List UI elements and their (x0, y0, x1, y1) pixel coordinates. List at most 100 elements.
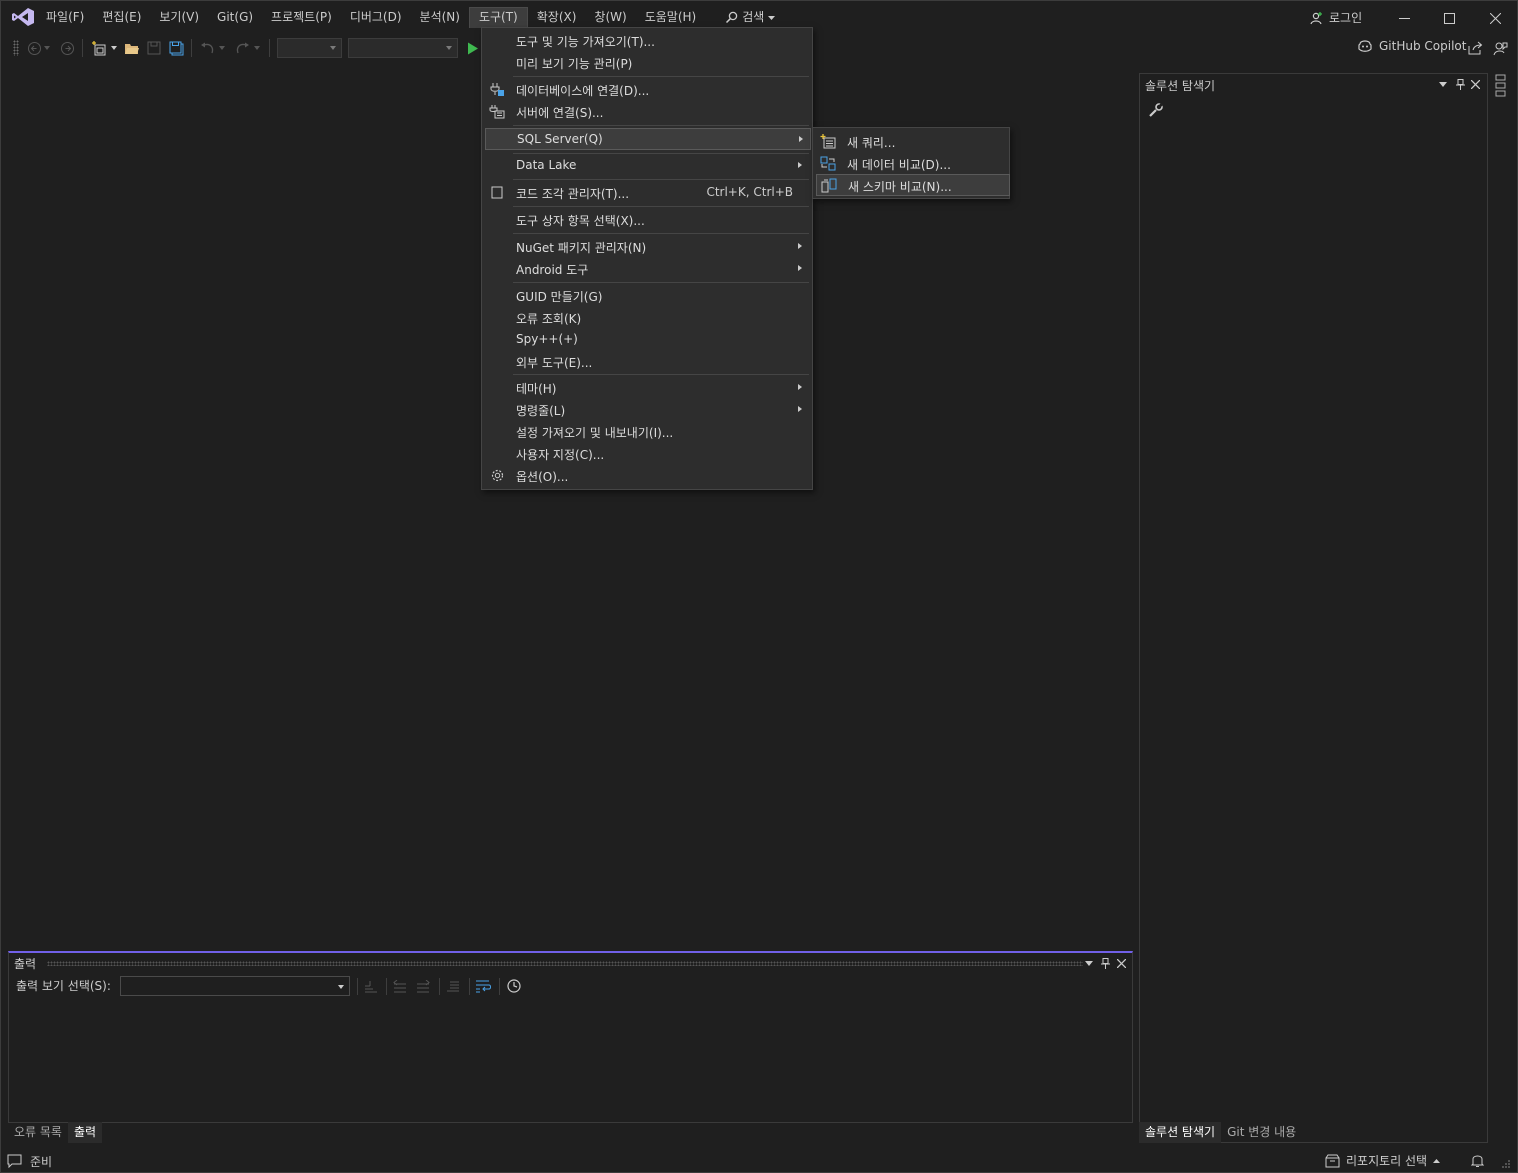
solution-configuration-combo[interactable] (277, 38, 342, 58)
menu-item-preview-features[interactable]: 미리 보기 기능 관리(P) (485, 52, 809, 73)
save-button[interactable] (145, 39, 163, 57)
menu-item-sql-server[interactable]: SQL Server(Q) (485, 128, 811, 150)
solution-platform-combo[interactable] (348, 38, 458, 58)
github-copilot-button[interactable]: GitHub Copilot (1357, 39, 1466, 53)
menu-view[interactable]: 보기(V) (150, 7, 208, 28)
find-message-button[interactable] (362, 978, 380, 994)
minimize-icon (1398, 17, 1410, 19)
menu-project[interactable]: 프로젝트(P) (262, 7, 341, 28)
menu-item-new-query[interactable]: 새 쿼리... (816, 131, 1008, 152)
toggle-word-wrap-button[interactable] (474, 978, 492, 994)
menu-item-nuget-manager[interactable]: NuGet 패키지 관리자(N) (485, 236, 809, 257)
next-message-button[interactable] (414, 978, 432, 994)
menu-item-options[interactable]: 옵션(O)... (485, 465, 809, 486)
tab-error-list[interactable]: 오류 목록 (8, 1122, 68, 1143)
next-message-icon (417, 979, 430, 992)
menu-item-choose-toolbox-items[interactable]: 도구 상자 항목 선택(X)... (485, 209, 809, 230)
save-icon (147, 41, 161, 55)
chevron-down-icon (768, 15, 776, 20)
status-comment-icon (7, 1154, 22, 1168)
maximize-button[interactable] (1434, 6, 1464, 30)
navigate-forward-button[interactable] (58, 39, 76, 57)
chevron-down-icon (446, 46, 452, 50)
menu-separator (513, 233, 809, 234)
notifications-side-tab[interactable] (1493, 73, 1513, 103)
menu-item-customize[interactable]: 사용자 지정(C)... (485, 443, 809, 464)
menu-item-data-lake[interactable]: Data Lake (485, 155, 809, 176)
menu-help[interactable]: 도움말(H) (636, 7, 706, 28)
maximize-icon (1443, 12, 1455, 24)
redo-icon (236, 42, 249, 53)
submenu-arrow-icon (798, 265, 802, 271)
find-in-code-icon (365, 980, 377, 992)
previous-message-button[interactable] (391, 978, 409, 994)
panel-options-button[interactable] (1436, 77, 1450, 91)
user-add-icon (1310, 11, 1322, 24)
back-dropdown-button[interactable] (42, 39, 52, 57)
undo-button[interactable] (198, 39, 216, 57)
clear-all-button[interactable] (444, 978, 462, 994)
menu-item-connect-database[interactable]: 데이터베이스에 연결(D)... (485, 79, 809, 100)
pin-icon (1100, 957, 1110, 969)
properties-button[interactable] (1148, 102, 1164, 118)
menu-item-new-data-compare[interactable]: 새 데이터 비교(D)... (816, 153, 1008, 174)
redo-dropdown[interactable] (252, 39, 262, 57)
toolbar-grip[interactable] (13, 40, 19, 56)
menu-item-import-export-settings[interactable]: 설정 가져오기 및 내보내기(I)... (485, 421, 809, 442)
menu-git[interactable]: Git(G) (208, 7, 262, 28)
menu-debug[interactable]: 디버그(D) (341, 7, 411, 28)
chevron-down-icon (1085, 960, 1093, 966)
menu-item-get-tools[interactable]: 도구 및 기능 가져오기(T)... (485, 30, 809, 51)
menu-item-android-tools[interactable]: Android 도구 (485, 258, 809, 279)
pin-button[interactable] (1453, 77, 1467, 91)
save-all-icon (169, 41, 183, 55)
menu-item-theme[interactable]: 테마(H) (485, 377, 809, 398)
new-project-button[interactable] (90, 39, 108, 57)
menu-item-command-line[interactable]: 명령줄(L) (485, 399, 809, 420)
menu-extensions[interactable]: 확장(X) (528, 7, 586, 28)
menu-file[interactable]: 파일(F) (37, 7, 93, 28)
resize-grip-icon[interactable] (1501, 1159, 1511, 1169)
menu-item-connect-server[interactable]: 서버에 연결(S)... (485, 101, 809, 122)
close-panel-button[interactable] (1114, 956, 1128, 970)
menu-item-new-schema-compare[interactable]: 새 스키마 비교(N)... (816, 174, 1010, 196)
save-all-button[interactable] (167, 39, 185, 57)
start-debugging-button[interactable] (464, 39, 482, 57)
show-timestamps-button[interactable] (505, 978, 523, 994)
search-button[interactable]: 검색 (719, 7, 781, 28)
menu-item-external-tools[interactable]: 외부 도구(E)... (485, 351, 809, 372)
close-window-button[interactable] (1480, 6, 1510, 30)
output-panel-title: 출력 (14, 957, 37, 971)
new-project-dropdown[interactable] (109, 39, 119, 57)
panel-options-button[interactable] (1082, 956, 1096, 970)
redo-button[interactable] (233, 39, 251, 57)
tab-output[interactable]: 출력 (67, 1122, 103, 1143)
feedback-button[interactable] (1491, 39, 1509, 57)
menu-item-create-guid[interactable]: GUID 만들기(G) (485, 285, 809, 306)
login-button[interactable]: 로그인 (1309, 9, 1362, 26)
share-button[interactable] (1466, 39, 1484, 57)
menu-item-code-snippets-manager[interactable]: 코드 조각 관리자(T)... Ctrl+K, Ctrl+B (485, 182, 809, 203)
tab-solution-explorer[interactable]: 솔루션 탐색기 (1139, 1122, 1222, 1143)
search-icon (726, 11, 738, 24)
menu-item-error-lookup[interactable]: 오류 조회(K) (485, 307, 809, 328)
undo-dropdown[interactable] (217, 39, 227, 57)
minimize-button[interactable] (1389, 6, 1419, 30)
close-panel-button[interactable] (1468, 77, 1482, 91)
select-repository-button[interactable]: 리포지토리 선택 (1325, 1152, 1441, 1169)
menu-edit[interactable]: 편집(E) (93, 7, 150, 28)
menu-tools[interactable]: 도구(T) (468, 7, 528, 28)
tab-git-changes[interactable]: Git 변경 내용 (1221, 1122, 1302, 1143)
solution-explorer-title: 솔루션 탐색기 (1145, 79, 1216, 93)
database-connect-icon (490, 83, 504, 96)
navigate-back-button[interactable] (25, 39, 43, 57)
visual-studio-logo-icon[interactable] (11, 7, 35, 27)
pin-button[interactable] (1098, 956, 1112, 970)
output-source-select[interactable] (120, 976, 350, 996)
notifications-button[interactable] (1470, 1153, 1485, 1171)
open-file-button[interactable] (123, 39, 141, 57)
menu-item-spy[interactable]: Spy++(+) (485, 329, 809, 350)
menu-window[interactable]: 창(W) (585, 7, 635, 28)
menu-analyze[interactable]: 분석(N) (411, 7, 469, 28)
panel-drag-grip[interactable] (47, 961, 1083, 966)
